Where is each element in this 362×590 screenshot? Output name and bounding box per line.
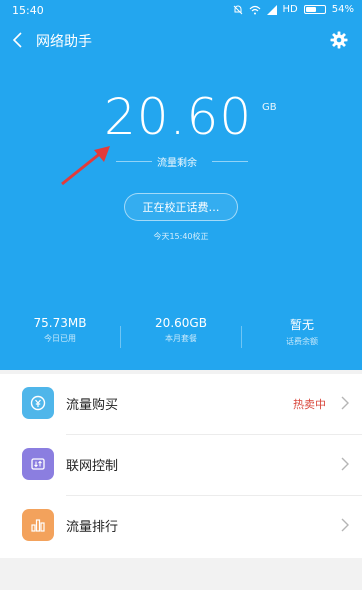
- gear-icon[interactable]: [330, 31, 348, 49]
- remaining-data-value: 20.60: [104, 88, 253, 146]
- network-type: HD: [282, 4, 298, 15]
- chevron-right-icon: [341, 518, 349, 532]
- status-icons: HD 54%: [233, 4, 354, 15]
- hero-panel: 15:40 HD 54% 网络助手 20.60 GB 流量剩余 正在校正话费… …: [0, 0, 362, 370]
- stat-value: 75.73MB: [33, 316, 87, 330]
- wifi-icon: [249, 5, 260, 14]
- chevron-right-icon: [341, 457, 349, 471]
- stat-value: 20.60GB: [155, 316, 207, 330]
- page-title: 网络助手: [36, 34, 92, 50]
- menu-item-network-control[interactable]: 联网控制: [0, 435, 362, 495]
- menu-item-label: 流量排行: [66, 520, 119, 535]
- divider-left: [116, 161, 152, 162]
- stats-row: 75.73MB 今日已用 20.60GB 本月套餐 暂无 话费余额: [0, 316, 362, 356]
- battery-percent: 54%: [331, 4, 354, 15]
- status-time: 15:40: [12, 4, 44, 17]
- battery-fill: [305, 7, 316, 12]
- menu-list: 流量购买 热卖中 联网控制 流量排行: [0, 374, 362, 558]
- menu-item-data-purchase[interactable]: 流量购买 热卖中: [0, 374, 362, 434]
- hot-sale-badge: 热卖中: [293, 398, 326, 411]
- signal-icon: [266, 4, 277, 15]
- stat-label: 本月套餐: [165, 334, 197, 343]
- stat-label: 话费余额: [286, 337, 318, 346]
- remaining-label: 流量剩余: [157, 158, 197, 169]
- battery-icon: [303, 5, 326, 14]
- back-icon[interactable]: [10, 30, 26, 50]
- menu-item-data-ranking[interactable]: 流量排行: [0, 496, 362, 556]
- calibrate-button[interactable]: 正在校正话费…: [124, 193, 238, 221]
- network-control-icon: [22, 448, 54, 480]
- calibrated-time: 今天15:40校正: [153, 232, 209, 241]
- stat-balance[interactable]: 暂无 话费余额: [242, 316, 362, 347]
- red-arrow-annotation: [61, 146, 110, 186]
- divider-right: [212, 161, 248, 162]
- stat-monthly-plan[interactable]: 20.60GB 本月套餐: [121, 316, 241, 344]
- stat-label: 今日已用: [44, 334, 76, 343]
- app-bar: 网络助手: [0, 26, 362, 54]
- status-bar: 15:40 HD 54%: [0, 0, 362, 22]
- chevron-right-icon: [341, 396, 349, 410]
- stat-today-used[interactable]: 75.73MB 今日已用: [0, 316, 120, 344]
- coin-icon: [22, 387, 54, 419]
- stat-value: 暂无: [289, 318, 314, 332]
- bar-chart-icon: [22, 509, 54, 541]
- menu-item-label: 联网控制: [66, 459, 119, 474]
- menu-item-label: 流量购买: [66, 398, 119, 413]
- mute-bell-icon: [233, 5, 242, 14]
- bottom-spacer: [0, 558, 362, 590]
- remaining-data-unit: GB: [262, 102, 277, 113]
